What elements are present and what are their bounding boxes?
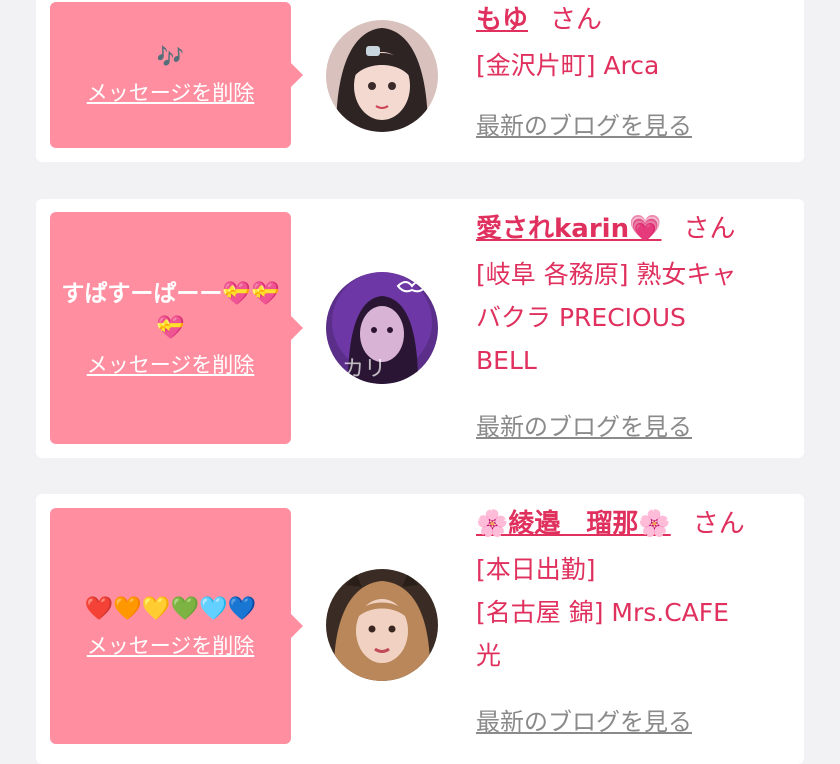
message-text: すぱすーぱーー💝💝💝 [61,281,280,341]
avatar[interactable]: カリ [326,272,438,384]
message-text: ❤️🧡💛💚🩵💙 [84,596,257,622]
message-text: 🎶 [156,45,185,70]
honorific: さん [550,5,603,35]
shop-line: [本日出勤] [476,555,596,584]
latest-blog-link[interactable]: 最新のブログを見る [476,106,692,141]
latest-blog-link[interactable]: 最新のブログを見る [476,407,692,442]
shop-line: 光 [476,641,502,670]
member-info: 🌸綾邉 瑠那🌸 さん [本日出勤] [名古屋 錦] Mrs.CAFE 光 最新のブ… [476,506,786,736]
member-info: 愛されkarin💗 さん [岐阜 各務原] 熟女キャ バクラ PRECIOUS B… [476,211,786,441]
message-card: ❤️🧡💛💚🩵💙 メッセージを削除 🌸綾邉 瑠那🌸 さん [本日出勤] [名古屋 錦… [36,494,804,764]
shop-line: [岐阜 各務原] 熟女キャ [476,260,737,289]
member-name-link[interactable]: 愛されkarin💗 [476,214,661,244]
name-row: 🌸綾邉 瑠那🌸 さん [476,506,786,542]
member-name-link[interactable]: もゆ [476,5,528,35]
delete-message-link[interactable]: メッセージを削除 [87,79,255,107]
honorific: さん [692,509,745,539]
message-bubble: ❤️🧡💛💚🩵💙 メッセージを削除 [50,508,303,744]
honorific: さん [683,214,736,244]
delete-message-link[interactable]: メッセージを削除 [87,351,255,379]
shop-line: [金沢片町] Arca [476,51,660,80]
shop-line: [名古屋 錦] Mrs.CAFE [476,598,729,627]
message-card: 🎶 メッセージを削除 もゆ さん [金沢片町] Arca 最新のブログを見る [36,0,804,162]
latest-blog-link[interactable]: 最新のブログを見る [476,702,692,737]
avatar[interactable] [326,569,438,681]
avatar[interactable] [326,20,438,132]
svg-text:カリ: カリ [342,357,386,382]
shop-line: バクラ PRECIOUS [476,303,686,332]
message-card: すぱすーぱーー💝💝💝 メッセージを削除 カリ 愛されkarin💗 さん [岐阜 各… [36,199,804,458]
member-info: もゆ さん [金沢片町] Arca 最新のブログを見る [476,2,786,140]
name-row: もゆ さん [476,2,786,38]
delete-message-link[interactable]: メッセージを削除 [87,632,255,660]
message-bubble: すぱすーぱーー💝💝💝 メッセージを削除 [50,212,303,444]
shop-line: BELL [476,346,537,375]
name-row: 愛されkarin💗 さん [476,211,786,247]
message-bubble: 🎶 メッセージを削除 [50,2,303,148]
member-name-link[interactable]: 🌸綾邉 瑠那🌸 [476,509,671,539]
